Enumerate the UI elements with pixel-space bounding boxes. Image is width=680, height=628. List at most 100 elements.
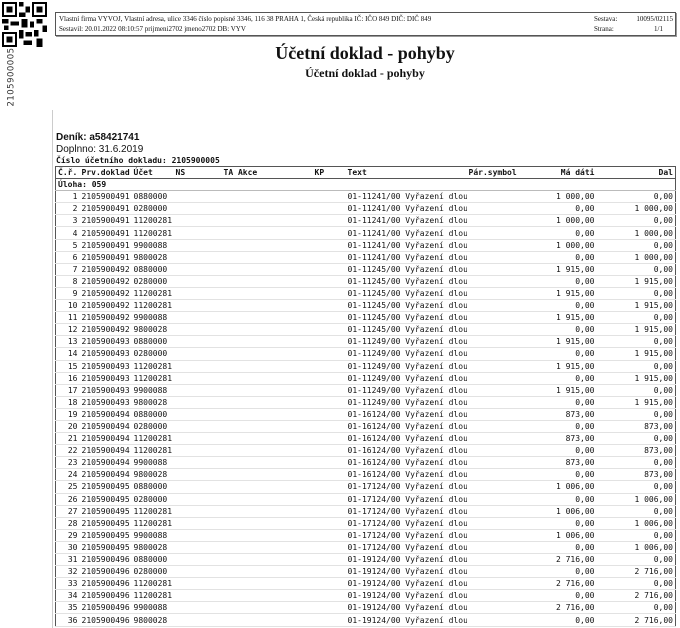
- cell-par-symbol: [466, 202, 547, 216]
- strana-value: 1/1: [654, 25, 663, 33]
- cell-ns: [173, 553, 222, 567]
- cell-prv-doklad: 2105900493: [79, 347, 132, 361]
- cell-ns: [173, 565, 222, 579]
- cell-ta-akce: [221, 468, 313, 482]
- cell-dal: 1 006,00: [596, 493, 676, 506]
- cell-ucet: 11200281: [131, 444, 174, 458]
- cell-ma-dati: 0,00: [546, 323, 597, 337]
- cell-dal: 0,00: [596, 432, 676, 446]
- col-dal: Dal: [596, 166, 676, 180]
- table-row: 23 2105900494 9900088 01-16124/00 Vyřazení …: [55, 456, 676, 470]
- table-row: 35 2105900496 9900088 01-19124/00 Vyřazení …: [55, 601, 676, 615]
- cell-par-symbol: [466, 505, 547, 518]
- cell-dal: 0,00: [596, 408, 676, 421]
- cell-ta-akce: [221, 577, 313, 591]
- table-row: 22 2105900494 11200281 01-16124/00 Vyřazení…: [55, 444, 676, 458]
- cell-prv-doklad: 2105900496: [79, 613, 132, 627]
- cell-ns: [173, 214, 222, 228]
- cell-ns: [173, 239, 222, 252]
- table-row: 10 2105900492 11200281 01-11245/00 Vyřazení…: [55, 299, 676, 313]
- cell-ma-dati: 0,00: [546, 251, 597, 264]
- cell-dal: 873,00: [596, 420, 676, 434]
- cell-ns: [173, 529, 222, 542]
- cell-ta-akce: [221, 601, 313, 615]
- col-ucet: Účet: [131, 166, 174, 180]
- cell-ta-akce: [221, 347, 313, 361]
- cell-ma-dati: 1 006,00: [546, 480, 597, 494]
- cell-prv-doklad: 2105900491: [79, 226, 132, 240]
- cell-ucet: 11200281: [131, 517, 174, 530]
- cell-ta-akce: [221, 275, 313, 288]
- cell-kp: [312, 456, 346, 470]
- cell-kp: [312, 335, 346, 349]
- cell-ma-dati: 1 915,00: [546, 263, 597, 276]
- cell-par-symbol: [466, 493, 547, 506]
- cell-par-symbol: [466, 226, 547, 240]
- sestava-value: 10095/02115: [636, 15, 673, 23]
- cell-row-number: 30: [55, 541, 80, 555]
- cell-par-symbol: [466, 384, 547, 397]
- cell-ma-dati: 1 000,00: [546, 214, 597, 228]
- cell-kp: [312, 589, 346, 603]
- movements-table: Č.ř. Prv.doklad Účet NS TA Akce KP Text …: [55, 166, 676, 627]
- cell-ta-akce: [221, 420, 313, 434]
- cell-ucet: 9900088: [131, 384, 174, 397]
- cell-dal: 0,00: [596, 263, 676, 276]
- cell-dal: 0,00: [596, 601, 676, 615]
- cell-ta-akce: [221, 517, 313, 530]
- cell-text: 01-11249/00 Vyřazení dlou: [345, 372, 467, 385]
- uloha-label: Úloha: 059: [55, 178, 676, 192]
- cell-ta-akce: [221, 335, 313, 349]
- cell-par-symbol: [466, 565, 547, 579]
- cell-kp: [312, 432, 346, 446]
- cell-par-symbol: [466, 420, 547, 434]
- cell-kp: [312, 529, 346, 542]
- cell-dal: 0,00: [596, 505, 676, 518]
- table-row: 6 2105900491 9800028 01-11241/00 Vyřazení d…: [55, 251, 676, 264]
- cell-row-number: 6: [55, 251, 80, 264]
- cell-prv-doklad: 2105900494: [79, 432, 132, 446]
- cell-ta-akce: [221, 456, 313, 470]
- cell-ns: [173, 347, 222, 361]
- cell-prv-doklad: 2105900493: [79, 335, 132, 349]
- cell-ta-akce: [221, 202, 313, 216]
- col-kp: KP: [312, 166, 346, 180]
- page-title: Účetní doklad - pohyby: [275, 43, 455, 63]
- table-row: 1 2105900491 0880000 01-11241/00 Vyřazení d…: [55, 190, 676, 204]
- cell-prv-doklad: 2105900492: [79, 323, 132, 337]
- cell-dal: 0,00: [596, 287, 676, 301]
- cell-ucet: 11200281: [131, 577, 174, 591]
- cell-dal: 0,00: [596, 384, 676, 397]
- cell-kp: [312, 311, 346, 325]
- cell-prv-doklad: 2105900496: [79, 553, 132, 567]
- cell-kp: [312, 541, 346, 555]
- cell-row-number: 13: [55, 335, 80, 349]
- cell-par-symbol: [466, 529, 547, 542]
- cell-ma-dati: 873,00: [546, 432, 597, 446]
- cell-par-symbol: [466, 480, 547, 494]
- table-row: 13 2105900493 0880000 01-11249/00 Vyřazení …: [55, 335, 676, 349]
- cell-text: 01-16124/00 Vyřazení dlou: [345, 408, 467, 421]
- cell-prv-doklad: 2105900495: [79, 517, 132, 530]
- table-row: 2 2105900491 0280000 01-11241/00 Vyřazení d…: [55, 202, 676, 216]
- cell-par-symbol: [466, 432, 547, 446]
- table-row: 3 2105900491 11200281 01-11241/00 Vyřazení …: [55, 214, 676, 228]
- cell-kp: [312, 202, 346, 216]
- cell-ma-dati: 1 006,00: [546, 505, 597, 518]
- cell-prv-doklad: 2105900496: [79, 577, 132, 591]
- cell-dal: 873,00: [596, 444, 676, 458]
- cell-ta-akce: [221, 360, 313, 373]
- cell-ns: [173, 372, 222, 385]
- cell-dal: 0,00: [596, 456, 676, 470]
- cell-prv-doklad: 2105900495: [79, 480, 132, 494]
- cell-kp: [312, 601, 346, 615]
- cell-ns: [173, 202, 222, 216]
- cell-ns: [173, 444, 222, 458]
- cell-kp: [312, 299, 346, 313]
- cell-ucet: 0280000: [131, 565, 174, 579]
- cell-kp: [312, 553, 346, 567]
- denik-label: Deník: a58421741: [56, 132, 140, 143]
- report-header: Vlastní firma VYVOJ, Vlastní adresa, uli…: [55, 12, 676, 36]
- cell-ns: [173, 190, 222, 204]
- cell-ma-dati: 873,00: [546, 456, 597, 470]
